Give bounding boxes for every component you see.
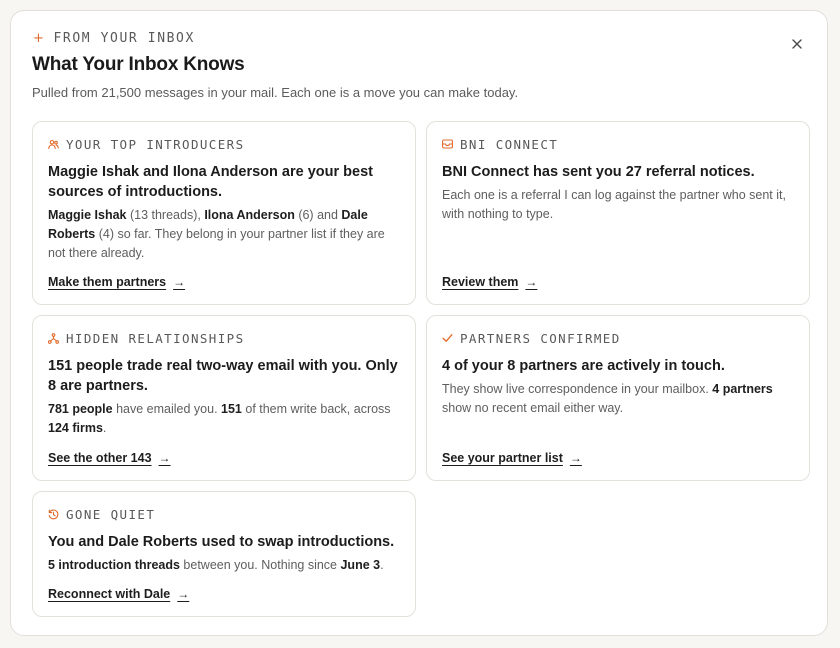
people-icon xyxy=(48,139,59,149)
emphasis-text: 781 people xyxy=(48,402,113,416)
body-text: (6) and xyxy=(294,208,342,222)
arrow-right-icon: → xyxy=(525,275,538,289)
reconnect-with-dale-link[interactable]: Reconnect with Dale → xyxy=(48,587,189,601)
body-text: They show live correspondence in your ma… xyxy=(442,382,713,396)
link-label: Reconnect with Dale xyxy=(48,587,171,601)
body-text: Each one is a referral I can log against… xyxy=(442,188,786,221)
check-icon xyxy=(442,334,453,342)
emphasis-text: June 3 xyxy=(340,558,381,572)
card-top-introducers: YOUR TOP INTRODUCERS Maggie Ishak and Il… xyxy=(32,121,416,305)
link-label: Make them partners xyxy=(48,275,167,289)
card-label: PARTNERS CONFIRMED xyxy=(460,330,621,346)
dialog-title: What Your Inbox Knows xyxy=(32,54,245,75)
card-gone-quiet: GONE QUIET You and Dale Roberts used to … xyxy=(32,491,416,617)
body-text: . xyxy=(380,558,384,572)
card-label-row: GONE QUIET xyxy=(48,506,400,522)
card-label-row: BNI CONNECT xyxy=(442,136,794,152)
make-them-partners-link[interactable]: Make them partners → xyxy=(48,275,185,289)
sparkle-icon: + xyxy=(33,31,46,46)
card-body: 781 people have emailed you. 151 of them… xyxy=(48,400,400,438)
eyebrow: + FROM YOUR INBOX xyxy=(33,31,195,46)
history-icon xyxy=(48,508,59,519)
close-button[interactable] xyxy=(789,36,805,52)
body-text: show no recent email either way. xyxy=(442,401,624,415)
card-headline: 151 people trade real two-way email with… xyxy=(48,358,398,394)
card-headline: Maggie Ishak and Ilona Anderson are your… xyxy=(48,164,373,200)
see-partner-list-link[interactable]: See your partner list → xyxy=(442,451,582,465)
card-label-row: HIDDEN RELATIONSHIPS xyxy=(48,330,400,346)
link-label: Review them xyxy=(442,275,519,289)
emphasis-text: Maggie Ishak xyxy=(48,208,127,222)
body-text: . xyxy=(102,421,107,435)
emphasis-text: 5 introduction threads xyxy=(48,558,180,572)
arrow-right-icon: → xyxy=(569,451,582,465)
see-the-other-link[interactable]: See the other 143 → xyxy=(48,451,171,465)
card-label: GONE QUIET xyxy=(66,506,156,522)
close-icon xyxy=(792,39,802,49)
link-label: See the other 143 xyxy=(48,451,152,465)
body-text: between you. Nothing since xyxy=(179,558,341,572)
emphasis-text: Ilona Anderson xyxy=(204,208,295,222)
arrow-right-icon: → xyxy=(173,275,186,289)
body-text: have emailed you. xyxy=(112,402,222,416)
eyebrow-text: FROM YOUR INBOX xyxy=(53,31,195,46)
review-them-link[interactable]: Review them → xyxy=(442,275,537,289)
arrow-right-icon: → xyxy=(158,451,171,465)
emphasis-text: 124 firms xyxy=(48,421,103,435)
mail-icon xyxy=(442,139,453,149)
body-text: (13 threads), xyxy=(126,208,205,222)
card-label-row: PARTNERS CONFIRMED xyxy=(442,330,794,346)
network-icon xyxy=(48,332,59,344)
card-headline: 4 of your 8 partners are actively in tou… xyxy=(442,358,725,374)
inbox-insights-dialog: + FROM YOUR INBOX What Your Inbox Knows … xyxy=(10,10,828,636)
emphasis-text: 4 partners xyxy=(712,382,773,396)
card-body: They show live correspondence in your ma… xyxy=(442,380,794,418)
arrow-right-icon: → xyxy=(177,587,190,601)
card-partners-confirmed: PARTNERS CONFIRMED 4 of your 8 partners … xyxy=(426,315,810,481)
body-text: of them write back, across xyxy=(241,402,391,416)
link-label: See your partner list xyxy=(442,451,563,465)
card-body: Maggie Ishak (13 threads), Ilona Anderso… xyxy=(48,206,400,263)
card-label: YOUR TOP INTRODUCERS xyxy=(66,136,245,152)
card-headline: You and Dale Roberts used to swap introd… xyxy=(48,534,395,550)
dialog-subtitle: Pulled from 21,500 messages in your mail… xyxy=(32,85,519,100)
card-label: BNI CONNECT xyxy=(460,136,559,152)
card-label: HIDDEN RELATIONSHIPS xyxy=(66,330,245,346)
card-hidden-relationships: HIDDEN RELATIONSHIPS 151 people trade re… xyxy=(32,315,416,481)
card-label-row: YOUR TOP INTRODUCERS xyxy=(48,136,400,152)
card-bni-connect: BNI CONNECT BNI Connect has sent you 27 … xyxy=(426,121,810,305)
emphasis-text: 151 xyxy=(221,402,242,416)
card-body: 5 introduction threads between you. Noth… xyxy=(48,556,400,575)
body-text: (4) so far. They belong in your partner … xyxy=(48,227,385,260)
card-body: Each one is a referral I can log against… xyxy=(442,186,794,224)
card-headline: BNI Connect has sent you 27 referral not… xyxy=(442,164,755,180)
